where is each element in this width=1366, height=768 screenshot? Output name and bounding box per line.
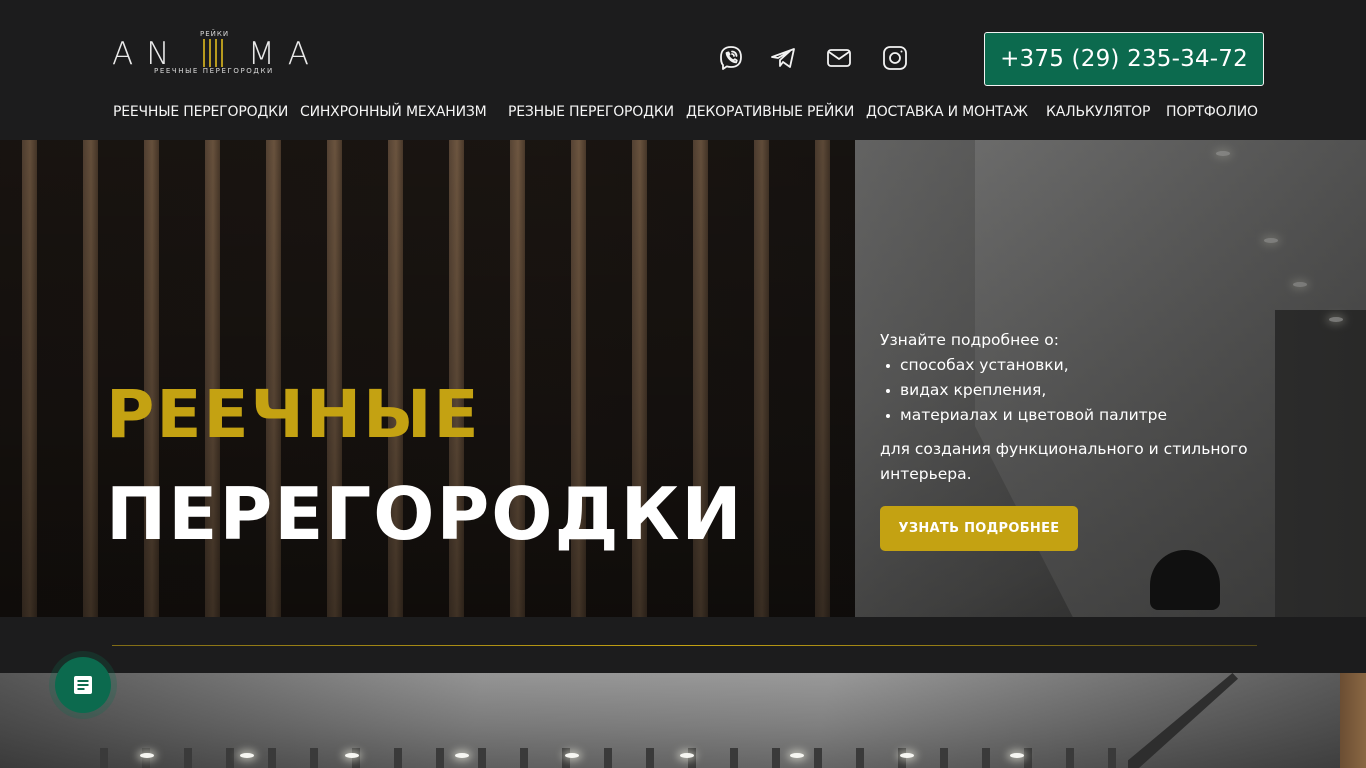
ceiling-light — [680, 753, 694, 758]
nav-item-decorative-slats[interactable]: ДЕКОРАТИВНЫЕ РЕЙКИ — [686, 104, 854, 120]
phone-button[interactable]: +375 (29) 235-34-72 — [984, 32, 1264, 86]
logo-top-text: РЕЙКИ — [200, 30, 230, 38]
list-item: материалах и цветовой палитре — [880, 403, 1280, 428]
hero-title-line1: РЕЕЧНЫЕ — [106, 376, 481, 453]
ceiling-light — [790, 753, 804, 758]
ceiling-light — [455, 753, 469, 758]
gold-divider-line — [112, 645, 1257, 646]
viber-icon[interactable] — [717, 44, 745, 72]
page: РЕЙКИ AN MA РЕЕЧНЫЕ ПЕРЕГОРОДКИ +375 (29… — [0, 0, 1366, 768]
ceiling-light — [140, 753, 154, 758]
nav-item-calculator[interactable]: КАЛЬКУЛЯТОР — [1046, 104, 1150, 120]
ceiling-light — [565, 753, 579, 758]
logo-bars-icon — [200, 39, 228, 67]
ceiling-slats-image — [0, 673, 1366, 768]
nav-item-sync-mechanism[interactable]: СИНХРОННЫЙ МЕХАНИЗМ — [300, 104, 487, 120]
ceiling-light — [900, 753, 914, 758]
main-nav: РЕЕЧНЫЕ ПЕРЕГОРОДКИ СИНХРОННЫЙ МЕХАНИЗМ … — [113, 104, 1263, 124]
logo-subtitle: РЕЕЧНЫЕ ПЕРЕГОРОДКИ — [154, 67, 274, 75]
hero-info-intro: Узнайте подробнее о: — [880, 331, 1059, 349]
nav-item-rack-partitions[interactable]: РЕЕЧНЫЕ ПЕРЕГОРОДКИ — [113, 104, 288, 120]
document-icon — [74, 676, 92, 694]
hero-info-after: для создания функционального и стильного… — [880, 440, 1248, 483]
nav-item-portfolio[interactable]: ПОРТФОЛИО — [1166, 104, 1258, 120]
nav-item-carved-partitions[interactable]: РЕЗНЫЕ ПЕРЕГОРОДКИ — [508, 104, 674, 120]
hero-info-list: способах установки, видах крепления, мат… — [880, 353, 1280, 428]
hero-title-line2: ПЕРЕГОРОДКИ — [106, 472, 744, 556]
ceiling-light — [345, 753, 359, 758]
chat-button[interactable] — [55, 657, 111, 713]
list-item: способах установки, — [880, 353, 1280, 378]
ceiling-light — [1010, 753, 1024, 758]
telegram-icon[interactable] — [769, 44, 797, 72]
instagram-icon[interactable] — [881, 44, 909, 72]
hero-info: Узнайте подробнее о: способах установки,… — [880, 328, 1280, 487]
ceiling-light — [240, 753, 254, 758]
mail-icon[interactable] — [825, 44, 853, 72]
nav-item-delivery[interactable]: ДОСТАВКА И МОНТАЖ — [866, 104, 1028, 120]
learn-more-button[interactable]: УЗНАТЬ ПОДРОБНЕЕ — [880, 506, 1078, 551]
list-item: видах крепления, — [880, 378, 1280, 403]
logo[interactable]: РЕЙКИ AN MA РЕЕЧНЫЕ ПЕРЕГОРОДКИ — [112, 30, 324, 80]
site-header: РЕЙКИ AN MA РЕЕЧНЫЕ ПЕРЕГОРОДКИ +375 (29… — [0, 0, 1366, 140]
